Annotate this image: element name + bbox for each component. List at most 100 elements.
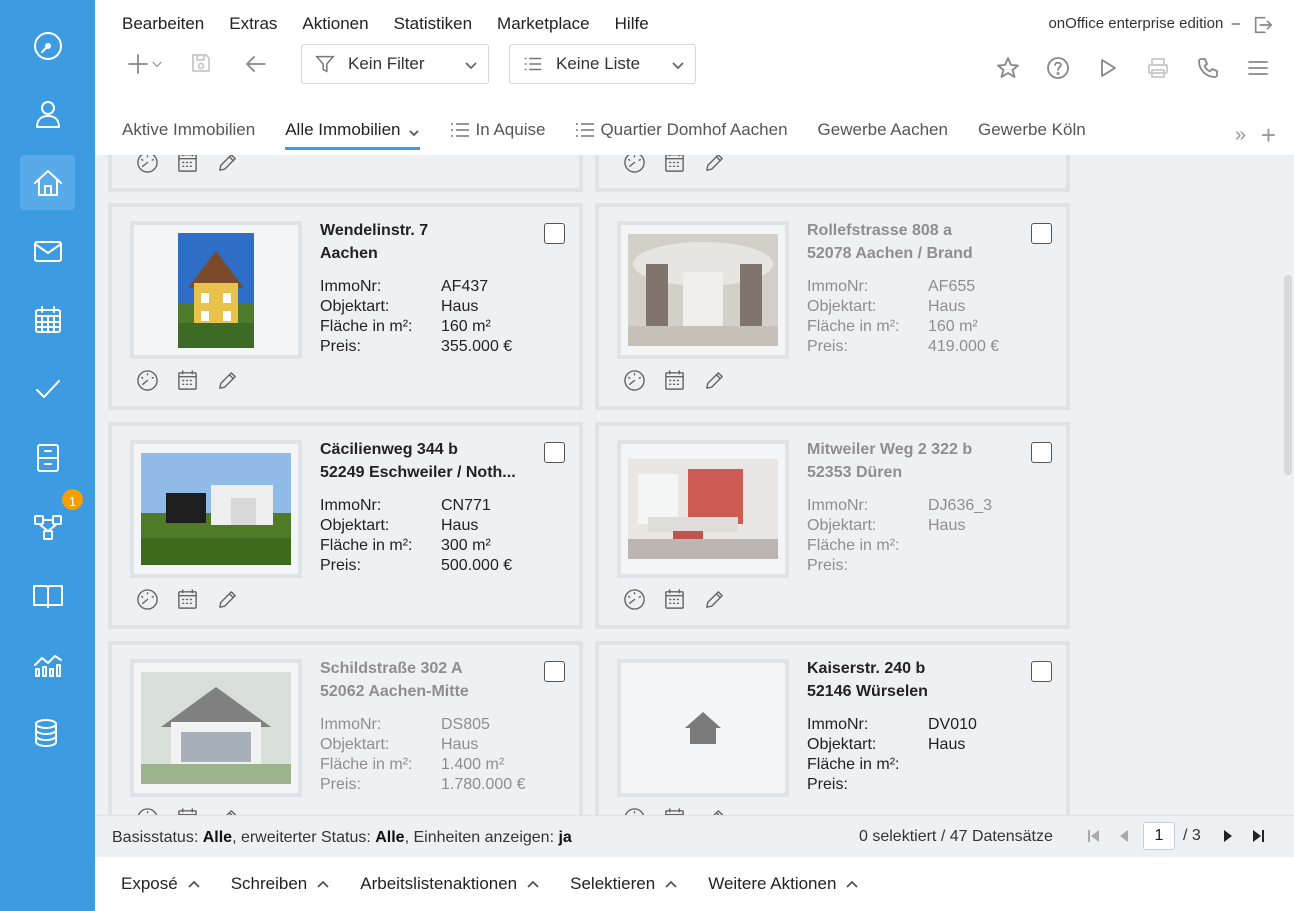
list-icon xyxy=(575,122,595,138)
menu-statistiken[interactable]: Statistiken xyxy=(394,14,472,34)
gauge-icon[interactable] xyxy=(623,588,646,611)
calendar-icon[interactable] xyxy=(663,588,686,611)
menu-bearbeiten[interactable]: Bearbeiten xyxy=(122,14,204,34)
tab-alle-immobilien[interactable]: Alle Immobilien xyxy=(285,120,421,150)
save-button[interactable] xyxy=(188,50,214,76)
vertical-scrollbar[interactable] xyxy=(1280,155,1294,815)
tab-aktive-immobilien[interactable]: Aktive Immobilien xyxy=(122,120,255,150)
edit-icon[interactable] xyxy=(216,155,239,174)
sidebar-finance[interactable] xyxy=(20,705,75,760)
first-page-button[interactable] xyxy=(1083,825,1105,847)
menu-button[interactable] xyxy=(1245,55,1271,81)
gauge-icon[interactable] xyxy=(136,369,159,392)
property-card[interactable]: Cäcilienweg 344 b 52249 Eschweiler / Not… xyxy=(108,422,583,629)
scrollbar-thumb[interactable] xyxy=(1284,275,1292,475)
gauge-icon[interactable] xyxy=(623,369,646,392)
new-button[interactable] xyxy=(121,50,169,78)
property-card[interactable]: Mitweiler Weg 2 322 b 52353 Düren ImmoNr… xyxy=(595,422,1070,629)
field-label: Fläche in m²: xyxy=(807,318,900,335)
property-card[interactable]: Wendelinstr. 7 Aachen ImmoNr: AF437 Objek… xyxy=(108,203,583,410)
edit-icon[interactable] xyxy=(703,155,726,174)
gauge-icon[interactable] xyxy=(623,807,646,815)
field-label: Objektart: xyxy=(320,517,390,534)
page-number-input[interactable]: 1 xyxy=(1143,822,1175,850)
sidebar-processes[interactable]: 1 xyxy=(20,487,85,554)
print-button[interactable] xyxy=(1145,55,1171,81)
list-dropdown[interactable]: Keine Liste xyxy=(509,44,696,84)
property-card[interactable]: Rollefstrasse 808 a 52078 Aachen / Brand… xyxy=(595,203,1070,410)
select-checkbox[interactable] xyxy=(1031,661,1052,682)
edit-icon[interactable] xyxy=(216,369,239,392)
gauge-icon[interactable] xyxy=(623,155,646,174)
prev-page-button[interactable] xyxy=(1113,825,1135,847)
tabs-add-button[interactable]: + xyxy=(1261,120,1276,151)
tab-quartier-domhof-aachen[interactable]: Quartier Domhof Aachen xyxy=(575,120,788,150)
edit-icon[interactable] xyxy=(703,807,726,815)
calendar-icon[interactable] xyxy=(176,807,199,815)
menu-aktionen[interactable]: Aktionen xyxy=(302,14,368,34)
edit-icon[interactable] xyxy=(216,588,239,611)
select-checkbox[interactable] xyxy=(544,661,565,682)
action-weitere-aktionen[interactable]: Weitere Aktionen xyxy=(708,874,859,894)
edit-icon[interactable] xyxy=(216,807,239,815)
immonr-value: AF655 xyxy=(928,278,976,295)
gauge-icon[interactable] xyxy=(136,155,159,174)
field-label: Fläche in m²: xyxy=(807,537,900,554)
last-page-button[interactable] xyxy=(1247,825,1269,847)
phone-button[interactable] xyxy=(1195,55,1221,81)
select-checkbox[interactable] xyxy=(1031,442,1052,463)
sidebar-knowledge[interactable] xyxy=(20,567,75,622)
property-card[interactable]: Kaiserstr. 240 b 52146 Würselen ImmoNr: D… xyxy=(595,641,1070,815)
action-label: Weitere Aktionen xyxy=(708,874,837,893)
property-city: 52249 Eschweiler / Noth... xyxy=(320,464,516,481)
property-card[interactable]: Schildstraße 302 A 52062 Aachen-Mitte Im… xyxy=(108,641,583,815)
edit-icon[interactable] xyxy=(703,369,726,392)
action-expose[interactable]: Exposé xyxy=(121,874,201,894)
menu-extras[interactable]: Extras xyxy=(229,14,277,34)
sidebar-statistics[interactable] xyxy=(20,636,75,691)
edit-icon[interactable] xyxy=(703,588,726,611)
tab-gewerbe-koeln[interactable]: Gewerbe Köln xyxy=(978,120,1086,150)
next-page-button[interactable] xyxy=(1217,825,1239,847)
sidebar-tasks[interactable] xyxy=(20,361,75,416)
filter-label: Kein Filter xyxy=(348,54,425,73)
calendar-icon[interactable] xyxy=(176,155,199,174)
filter-dropdown[interactable]: Kein Filter xyxy=(301,44,489,84)
menu-marketplace[interactable]: Marketplace xyxy=(497,14,590,34)
sidebar-properties[interactable] xyxy=(20,155,75,210)
sidebar-dashboard[interactable] xyxy=(20,18,75,73)
calendar-icon[interactable] xyxy=(176,369,199,392)
tabs-more-button[interactable]: » xyxy=(1235,124,1246,147)
sidebar-files[interactable] xyxy=(20,430,75,485)
action-schreiben[interactable]: Schreiben xyxy=(231,874,331,894)
status-bar: Basisstatus: Alle, erweiterter Status: A… xyxy=(95,815,1294,857)
interior-photo xyxy=(628,459,778,559)
favorite-button[interactable] xyxy=(995,55,1021,81)
calendar-icon[interactable] xyxy=(663,369,686,392)
gauge-icon[interactable] xyxy=(136,588,159,611)
action-selektieren[interactable]: Selektieren xyxy=(570,874,678,894)
house-placeholder-icon xyxy=(685,712,721,744)
tab-gewerbe-aachen[interactable]: Gewerbe Aachen xyxy=(818,120,948,150)
calendar-icon[interactable] xyxy=(176,588,199,611)
edition-separator: – xyxy=(1231,15,1240,32)
select-checkbox[interactable] xyxy=(544,223,565,244)
tab-in-aquise[interactable]: In Aquise xyxy=(450,120,545,150)
logout-button[interactable] xyxy=(1252,14,1274,36)
menu-hilfe[interactable]: Hilfe xyxy=(615,14,649,34)
calendar-icon[interactable] xyxy=(663,807,686,815)
property-street: Wendelinstr. 7 xyxy=(320,222,429,239)
select-checkbox[interactable] xyxy=(544,442,565,463)
back-button[interactable] xyxy=(242,50,270,78)
calendar-icon[interactable] xyxy=(663,155,686,174)
sidebar-calendar[interactable] xyxy=(20,292,75,347)
sidebar-email[interactable] xyxy=(20,223,75,278)
property-info: Mitweiler Weg 2 322 b 52353 Düren ImmoNr… xyxy=(807,438,1022,576)
sidebar-contacts[interactable] xyxy=(20,86,75,141)
gauge-icon[interactable] xyxy=(136,807,159,815)
select-checkbox[interactable] xyxy=(1031,223,1052,244)
action-arbeitslistenaktionen[interactable]: Arbeitslistenaktionen xyxy=(360,874,540,894)
calendar-icon xyxy=(34,305,61,333)
play-button[interactable] xyxy=(1095,55,1121,81)
help-button[interactable] xyxy=(1045,55,1071,81)
